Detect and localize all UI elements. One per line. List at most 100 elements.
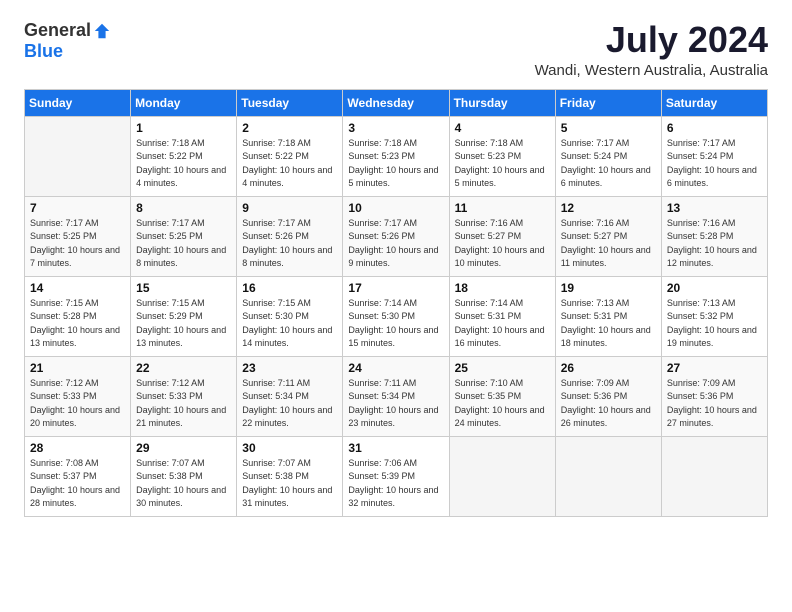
- day-info: Sunrise: 7:16 AMSunset: 5:27 PMDaylight:…: [455, 218, 545, 269]
- month-title: July 2024: [535, 20, 768, 60]
- calendar-cell: 3 Sunrise: 7:18 AMSunset: 5:23 PMDaylight…: [343, 116, 449, 196]
- day-info: Sunrise: 7:17 AMSunset: 5:24 PMDaylight:…: [561, 138, 651, 189]
- calendar-week-row: 21Sunrise: 7:12 AMSunset: 5:33 PMDayligh…: [25, 356, 768, 436]
- day-number: 30: [242, 441, 337, 455]
- calendar-cell: 6 Sunrise: 7:17 AMSunset: 5:24 PMDaylight…: [661, 116, 767, 196]
- calendar-cell: 11 Sunrise: 7:16 AMSunset: 5:27 PMDayligh…: [449, 196, 555, 276]
- day-info: Sunrise: 7:09 AMSunset: 5:36 PMDaylight:…: [561, 378, 651, 429]
- calendar-week-row: 28 Sunrise: 7:08 AMSunset: 5:37 PMDayligh…: [25, 436, 768, 516]
- day-info: Sunrise: 7:09 AMSunset: 5:36 PMDaylight:…: [667, 378, 757, 429]
- calendar-cell: 12 Sunrise: 7:16 AMSunset: 5:27 PMDayligh…: [555, 196, 661, 276]
- day-number: 15: [136, 281, 231, 295]
- day-info: Sunrise: 7:12 AMSunset: 5:33 PMDaylight:…: [136, 378, 226, 429]
- day-number: 29: [136, 441, 231, 455]
- calendar-cell: 27Sunrise: 7:09 AMSunset: 5:36 PMDayligh…: [661, 356, 767, 436]
- logo-general-text: General: [24, 20, 91, 41]
- day-number: 8: [136, 201, 231, 215]
- day-info: Sunrise: 7:18 AMSunset: 5:22 PMDaylight:…: [136, 138, 226, 189]
- weekday-header-sunday: Sunday: [25, 89, 131, 116]
- calendar-cell: 23Sunrise: 7:11 AMSunset: 5:34 PMDayligh…: [237, 356, 343, 436]
- weekday-header-thursday: Thursday: [449, 89, 555, 116]
- calendar-cell: 4Sunrise: 7:18 AMSunset: 5:23 PMDaylight…: [449, 116, 555, 196]
- day-number: 17: [348, 281, 443, 295]
- page-header: General Blue July 2024 Wandi, Western Au…: [24, 20, 768, 79]
- calendar-week-row: 1 Sunrise: 7:18 AMSunset: 5:22 PMDaylight…: [25, 116, 768, 196]
- calendar-cell: 31 Sunrise: 7:06 AMSunset: 5:39 PMDayligh…: [343, 436, 449, 516]
- day-info: Sunrise: 7:14 AMSunset: 5:31 PMDaylight:…: [455, 298, 545, 349]
- day-info: Sunrise: 7:11 AMSunset: 5:34 PMDaylight:…: [242, 378, 332, 429]
- day-number: 11: [455, 201, 550, 215]
- day-info: Sunrise: 7:17 AMSunset: 5:26 PMDaylight:…: [348, 218, 438, 269]
- logo-blue-text: Blue: [24, 41, 63, 62]
- calendar-cell: 18 Sunrise: 7:14 AMSunset: 5:31 PMDayligh…: [449, 276, 555, 356]
- day-info: Sunrise: 7:13 AMSunset: 5:32 PMDaylight:…: [667, 298, 757, 349]
- calendar-cell: 19Sunrise: 7:13 AMSunset: 5:31 PMDayligh…: [555, 276, 661, 356]
- day-number: 2: [242, 121, 337, 135]
- calendar-cell: 22Sunrise: 7:12 AMSunset: 5:33 PMDayligh…: [131, 356, 237, 436]
- day-info: Sunrise: 7:18 AMSunset: 5:23 PMDaylight:…: [348, 138, 438, 189]
- weekday-header-tuesday: Tuesday: [237, 89, 343, 116]
- day-number: 9: [242, 201, 337, 215]
- calendar-cell: 5 Sunrise: 7:17 AMSunset: 5:24 PMDaylight…: [555, 116, 661, 196]
- calendar-cell: 8 Sunrise: 7:17 AMSunset: 5:25 PMDaylight…: [131, 196, 237, 276]
- day-number: 25: [455, 361, 550, 375]
- calendar-cell: 13 Sunrise: 7:16 AMSunset: 5:28 PMDayligh…: [661, 196, 767, 276]
- day-number: 20: [667, 281, 762, 295]
- day-info: Sunrise: 7:10 AMSunset: 5:35 PMDaylight:…: [455, 378, 545, 429]
- day-number: 1: [136, 121, 231, 135]
- day-number: 13: [667, 201, 762, 215]
- calendar-cell: 10 Sunrise: 7:17 AMSunset: 5:26 PMDayligh…: [343, 196, 449, 276]
- day-info: Sunrise: 7:17 AMSunset: 5:25 PMDaylight:…: [136, 218, 226, 269]
- calendar-cell: [25, 116, 131, 196]
- day-number: 28: [30, 441, 125, 455]
- calendar-cell: 7Sunrise: 7:17 AMSunset: 5:25 PMDaylight…: [25, 196, 131, 276]
- day-info: Sunrise: 7:17 AMSunset: 5:26 PMDaylight:…: [242, 218, 332, 269]
- day-number: 7: [30, 201, 125, 215]
- day-number: 6: [667, 121, 762, 135]
- weekday-header-monday: Monday: [131, 89, 237, 116]
- calendar-cell: 29 Sunrise: 7:07 AMSunset: 5:38 PMDayligh…: [131, 436, 237, 516]
- calendar-table: SundayMondayTuesdayWednesdayThursdayFrid…: [24, 89, 768, 517]
- calendar-cell: 30 Sunrise: 7:07 AMSunset: 5:38 PMDayligh…: [237, 436, 343, 516]
- day-number: 12: [561, 201, 656, 215]
- day-info: Sunrise: 7:12 AMSunset: 5:33 PMDaylight:…: [30, 378, 120, 429]
- calendar-cell: 15 Sunrise: 7:15 AMSunset: 5:29 PMDayligh…: [131, 276, 237, 356]
- calendar-cell: 26 Sunrise: 7:09 AMSunset: 5:36 PMDayligh…: [555, 356, 661, 436]
- calendar-cell: [449, 436, 555, 516]
- day-info: Sunrise: 7:07 AMSunset: 5:38 PMDaylight:…: [242, 458, 332, 509]
- day-number: 24: [348, 361, 443, 375]
- day-number: 4: [455, 121, 550, 135]
- calendar-week-row: 7 Sunrise: 7:17 AMSunset: 5:25 PMDaylight…: [25, 196, 768, 276]
- day-info: Sunrise: 7:06 AMSunset: 5:39 PMDaylight:…: [348, 458, 438, 509]
- day-info: Sunrise: 7:11 AMSunset: 5:34 PMDaylight:…: [348, 378, 438, 429]
- calendar-cell: 1 Sunrise: 7:18 AMSunset: 5:22 PMDaylight…: [131, 116, 237, 196]
- weekday-header-friday: Friday: [555, 89, 661, 116]
- day-info: Sunrise: 7:16 AMSunset: 5:28 PMDaylight:…: [667, 218, 757, 269]
- day-info: Sunrise: 7:15 AMSunset: 5:30 PMDaylight:…: [242, 298, 332, 349]
- day-info: Sunrise: 7:16 AMSunset: 5:27 PMDaylight:…: [561, 218, 651, 269]
- day-number: 18: [455, 281, 550, 295]
- day-info: Sunrise: 7:15 AMSunset: 5:28 PMDaylight:…: [30, 298, 120, 349]
- day-number: 26: [561, 361, 656, 375]
- day-number: 31: [348, 441, 443, 455]
- day-number: 5: [561, 121, 656, 135]
- calendar-cell: 25 Sunrise: 7:10 AMSunset: 5:35 PMDayligh…: [449, 356, 555, 436]
- calendar-cell: 20 Sunrise: 7:13 AMSunset: 5:32 PMDayligh…: [661, 276, 767, 356]
- location-title: Wandi, Western Australia, Australia: [535, 62, 768, 79]
- day-info: Sunrise: 7:07 AMSunset: 5:38 PMDaylight:…: [136, 458, 226, 509]
- day-info: Sunrise: 7:17 AMSunset: 5:24 PMDaylight:…: [667, 138, 757, 189]
- calendar-cell: [555, 436, 661, 516]
- day-number: 10: [348, 201, 443, 215]
- weekday-header-row: SundayMondayTuesdayWednesdayThursdayFrid…: [25, 89, 768, 116]
- day-info: Sunrise: 7:08 AMSunset: 5:37 PMDaylight:…: [30, 458, 120, 509]
- calendar-cell: 17Sunrise: 7:14 AMSunset: 5:30 PMDayligh…: [343, 276, 449, 356]
- day-info: Sunrise: 7:13 AMSunset: 5:31 PMDaylight:…: [561, 298, 651, 349]
- day-number: 3: [348, 121, 443, 135]
- weekday-header-wednesday: Wednesday: [343, 89, 449, 116]
- day-number: 14: [30, 281, 125, 295]
- calendar-week-row: 14 Sunrise: 7:15 AMSunset: 5:28 PMDayligh…: [25, 276, 768, 356]
- weekday-header-saturday: Saturday: [661, 89, 767, 116]
- calendar-cell: 24 Sunrise: 7:11 AMSunset: 5:34 PMDayligh…: [343, 356, 449, 436]
- day-info: Sunrise: 7:18 AMSunset: 5:22 PMDaylight:…: [242, 138, 332, 189]
- day-info: Sunrise: 7:15 AMSunset: 5:29 PMDaylight:…: [136, 298, 226, 349]
